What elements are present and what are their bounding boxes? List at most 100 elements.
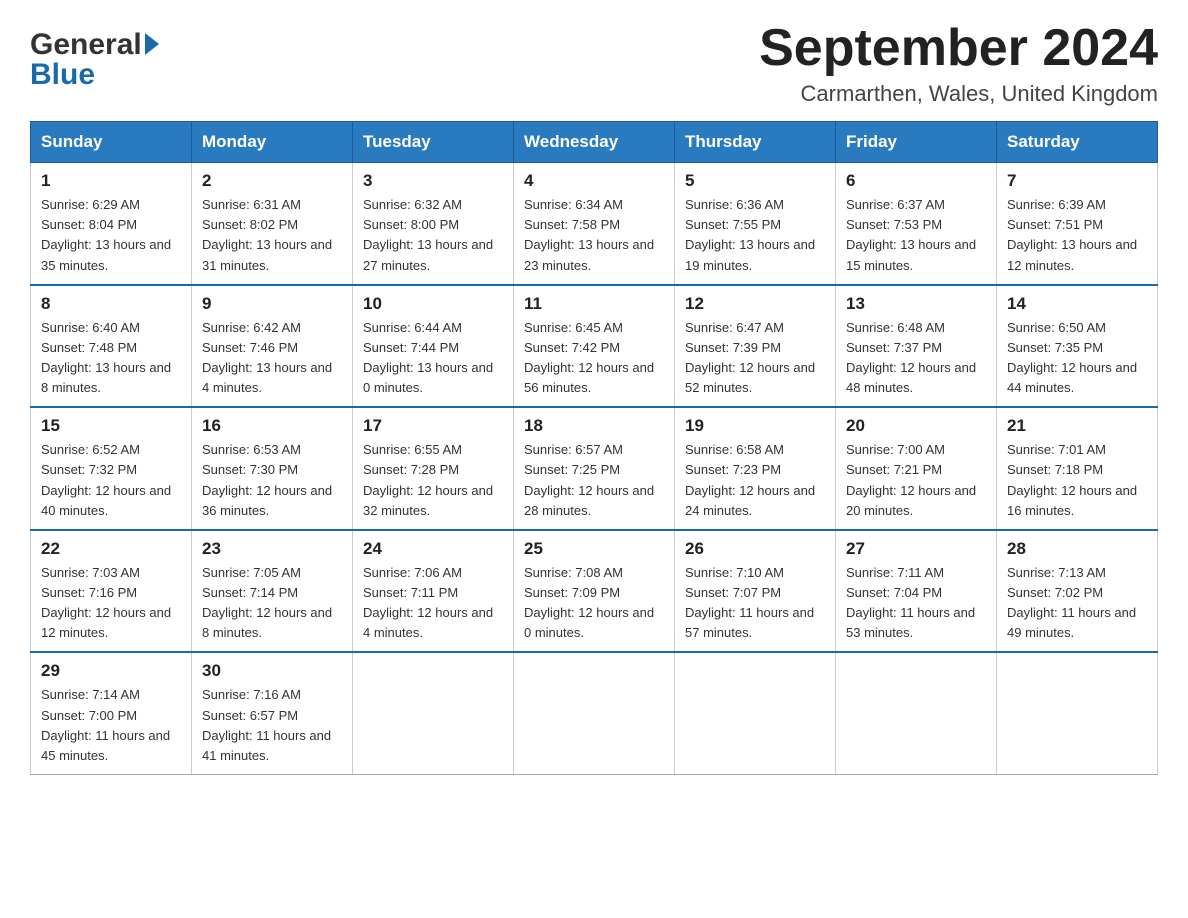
table-row: 6 Sunrise: 6:37 AMSunset: 7:53 PMDayligh… [836, 163, 997, 285]
table-row: 3 Sunrise: 6:32 AMSunset: 8:00 PMDayligh… [353, 163, 514, 285]
table-row: 16 Sunrise: 6:53 AMSunset: 7:30 PMDaylig… [192, 407, 353, 530]
table-row: 27 Sunrise: 7:11 AMSunset: 7:04 PMDaylig… [836, 530, 997, 653]
day-number: 14 [1007, 294, 1147, 314]
day-info: Sunrise: 7:13 AMSunset: 7:02 PMDaylight:… [1007, 565, 1136, 640]
day-number: 2 [202, 171, 342, 191]
day-info: Sunrise: 6:44 AMSunset: 7:44 PMDaylight:… [363, 320, 493, 395]
day-info: Sunrise: 6:58 AMSunset: 7:23 PMDaylight:… [685, 442, 815, 517]
day-info: Sunrise: 7:08 AMSunset: 7:09 PMDaylight:… [524, 565, 654, 640]
table-row: 2 Sunrise: 6:31 AMSunset: 8:02 PMDayligh… [192, 163, 353, 285]
day-info: Sunrise: 6:40 AMSunset: 7:48 PMDaylight:… [41, 320, 171, 395]
day-info: Sunrise: 6:45 AMSunset: 7:42 PMDaylight:… [524, 320, 654, 395]
day-number: 25 [524, 539, 664, 559]
day-number: 10 [363, 294, 503, 314]
table-row [675, 652, 836, 774]
table-row: 20 Sunrise: 7:00 AMSunset: 7:21 PMDaylig… [836, 407, 997, 530]
col-sunday: Sunday [31, 122, 192, 163]
day-info: Sunrise: 6:39 AMSunset: 7:51 PMDaylight:… [1007, 197, 1137, 272]
table-row: 24 Sunrise: 7:06 AMSunset: 7:11 PMDaylig… [353, 530, 514, 653]
col-tuesday: Tuesday [353, 122, 514, 163]
table-row: 5 Sunrise: 6:36 AMSunset: 7:55 PMDayligh… [675, 163, 836, 285]
logo-arrow-icon [145, 33, 159, 55]
day-number: 27 [846, 539, 986, 559]
day-info: Sunrise: 6:50 AMSunset: 7:35 PMDaylight:… [1007, 320, 1137, 395]
table-row [997, 652, 1158, 774]
day-number: 20 [846, 416, 986, 436]
day-info: Sunrise: 7:05 AMSunset: 7:14 PMDaylight:… [202, 565, 332, 640]
table-row: 26 Sunrise: 7:10 AMSunset: 7:07 PMDaylig… [675, 530, 836, 653]
day-info: Sunrise: 6:34 AMSunset: 7:58 PMDaylight:… [524, 197, 654, 272]
day-number: 16 [202, 416, 342, 436]
table-row [353, 652, 514, 774]
day-number: 13 [846, 294, 986, 314]
day-info: Sunrise: 7:06 AMSunset: 7:11 PMDaylight:… [363, 565, 493, 640]
day-info: Sunrise: 6:32 AMSunset: 8:00 PMDaylight:… [363, 197, 493, 272]
table-row: 15 Sunrise: 6:52 AMSunset: 7:32 PMDaylig… [31, 407, 192, 530]
calendar-table: Sunday Monday Tuesday Wednesday Thursday… [30, 121, 1158, 775]
day-number: 17 [363, 416, 503, 436]
day-number: 7 [1007, 171, 1147, 191]
day-info: Sunrise: 7:00 AMSunset: 7:21 PMDaylight:… [846, 442, 976, 517]
day-number: 18 [524, 416, 664, 436]
day-number: 24 [363, 539, 503, 559]
table-row: 30 Sunrise: 7:16 AMSunset: 6:57 PMDaylig… [192, 652, 353, 774]
day-number: 30 [202, 661, 342, 681]
table-row: 21 Sunrise: 7:01 AMSunset: 7:18 PMDaylig… [997, 407, 1158, 530]
day-number: 9 [202, 294, 342, 314]
day-info: Sunrise: 6:47 AMSunset: 7:39 PMDaylight:… [685, 320, 815, 395]
table-row: 19 Sunrise: 6:58 AMSunset: 7:23 PMDaylig… [675, 407, 836, 530]
day-number: 21 [1007, 416, 1147, 436]
day-number: 11 [524, 294, 664, 314]
col-saturday: Saturday [997, 122, 1158, 163]
month-title: September 2024 [759, 20, 1158, 77]
day-number: 4 [524, 171, 664, 191]
table-row: 22 Sunrise: 7:03 AMSunset: 7:16 PMDaylig… [31, 530, 192, 653]
table-row [514, 652, 675, 774]
table-row: 13 Sunrise: 6:48 AMSunset: 7:37 PMDaylig… [836, 285, 997, 408]
table-row: 10 Sunrise: 6:44 AMSunset: 7:44 PMDaylig… [353, 285, 514, 408]
table-row: 28 Sunrise: 7:13 AMSunset: 7:02 PMDaylig… [997, 530, 1158, 653]
col-monday: Monday [192, 122, 353, 163]
day-info: Sunrise: 6:53 AMSunset: 7:30 PMDaylight:… [202, 442, 332, 517]
col-friday: Friday [836, 122, 997, 163]
calendar-week-row: 29 Sunrise: 7:14 AMSunset: 7:00 PMDaylig… [31, 652, 1158, 774]
title-area: September 2024 Carmarthen, Wales, United… [759, 20, 1158, 107]
day-info: Sunrise: 7:16 AMSunset: 6:57 PMDaylight:… [202, 687, 331, 762]
col-thursday: Thursday [675, 122, 836, 163]
calendar-week-row: 15 Sunrise: 6:52 AMSunset: 7:32 PMDaylig… [31, 407, 1158, 530]
table-row: 7 Sunrise: 6:39 AMSunset: 7:51 PMDayligh… [997, 163, 1158, 285]
day-info: Sunrise: 6:37 AMSunset: 7:53 PMDaylight:… [846, 197, 976, 272]
calendar-week-row: 8 Sunrise: 6:40 AMSunset: 7:48 PMDayligh… [31, 285, 1158, 408]
day-number: 1 [41, 171, 181, 191]
logo: General Blue [30, 20, 159, 90]
table-row: 9 Sunrise: 6:42 AMSunset: 7:46 PMDayligh… [192, 285, 353, 408]
page-header: General Blue September 2024 Carmarthen, … [30, 20, 1158, 107]
calendar-week-row: 22 Sunrise: 7:03 AMSunset: 7:16 PMDaylig… [31, 530, 1158, 653]
day-info: Sunrise: 6:29 AMSunset: 8:04 PMDaylight:… [41, 197, 171, 272]
table-row: 1 Sunrise: 6:29 AMSunset: 8:04 PMDayligh… [31, 163, 192, 285]
day-info: Sunrise: 6:52 AMSunset: 7:32 PMDaylight:… [41, 442, 171, 517]
col-wednesday: Wednesday [514, 122, 675, 163]
table-row: 14 Sunrise: 6:50 AMSunset: 7:35 PMDaylig… [997, 285, 1158, 408]
day-info: Sunrise: 6:57 AMSunset: 7:25 PMDaylight:… [524, 442, 654, 517]
header-row: Sunday Monday Tuesday Wednesday Thursday… [31, 122, 1158, 163]
table-row: 18 Sunrise: 6:57 AMSunset: 7:25 PMDaylig… [514, 407, 675, 530]
day-number: 6 [846, 171, 986, 191]
day-info: Sunrise: 6:42 AMSunset: 7:46 PMDaylight:… [202, 320, 332, 395]
day-number: 23 [202, 539, 342, 559]
day-info: Sunrise: 7:01 AMSunset: 7:18 PMDaylight:… [1007, 442, 1137, 517]
day-info: Sunrise: 7:11 AMSunset: 7:04 PMDaylight:… [846, 565, 975, 640]
logo-general-text: General [30, 30, 142, 60]
table-row [836, 652, 997, 774]
table-row: 8 Sunrise: 6:40 AMSunset: 7:48 PMDayligh… [31, 285, 192, 408]
day-number: 26 [685, 539, 825, 559]
day-number: 12 [685, 294, 825, 314]
table-row: 23 Sunrise: 7:05 AMSunset: 7:14 PMDaylig… [192, 530, 353, 653]
day-number: 3 [363, 171, 503, 191]
calendar-week-row: 1 Sunrise: 6:29 AMSunset: 8:04 PMDayligh… [31, 163, 1158, 285]
location-subtitle: Carmarthen, Wales, United Kingdom [759, 81, 1158, 107]
table-row: 25 Sunrise: 7:08 AMSunset: 7:09 PMDaylig… [514, 530, 675, 653]
table-row: 4 Sunrise: 6:34 AMSunset: 7:58 PMDayligh… [514, 163, 675, 285]
day-info: Sunrise: 7:10 AMSunset: 7:07 PMDaylight:… [685, 565, 814, 640]
logo: General Blue [30, 30, 159, 90]
